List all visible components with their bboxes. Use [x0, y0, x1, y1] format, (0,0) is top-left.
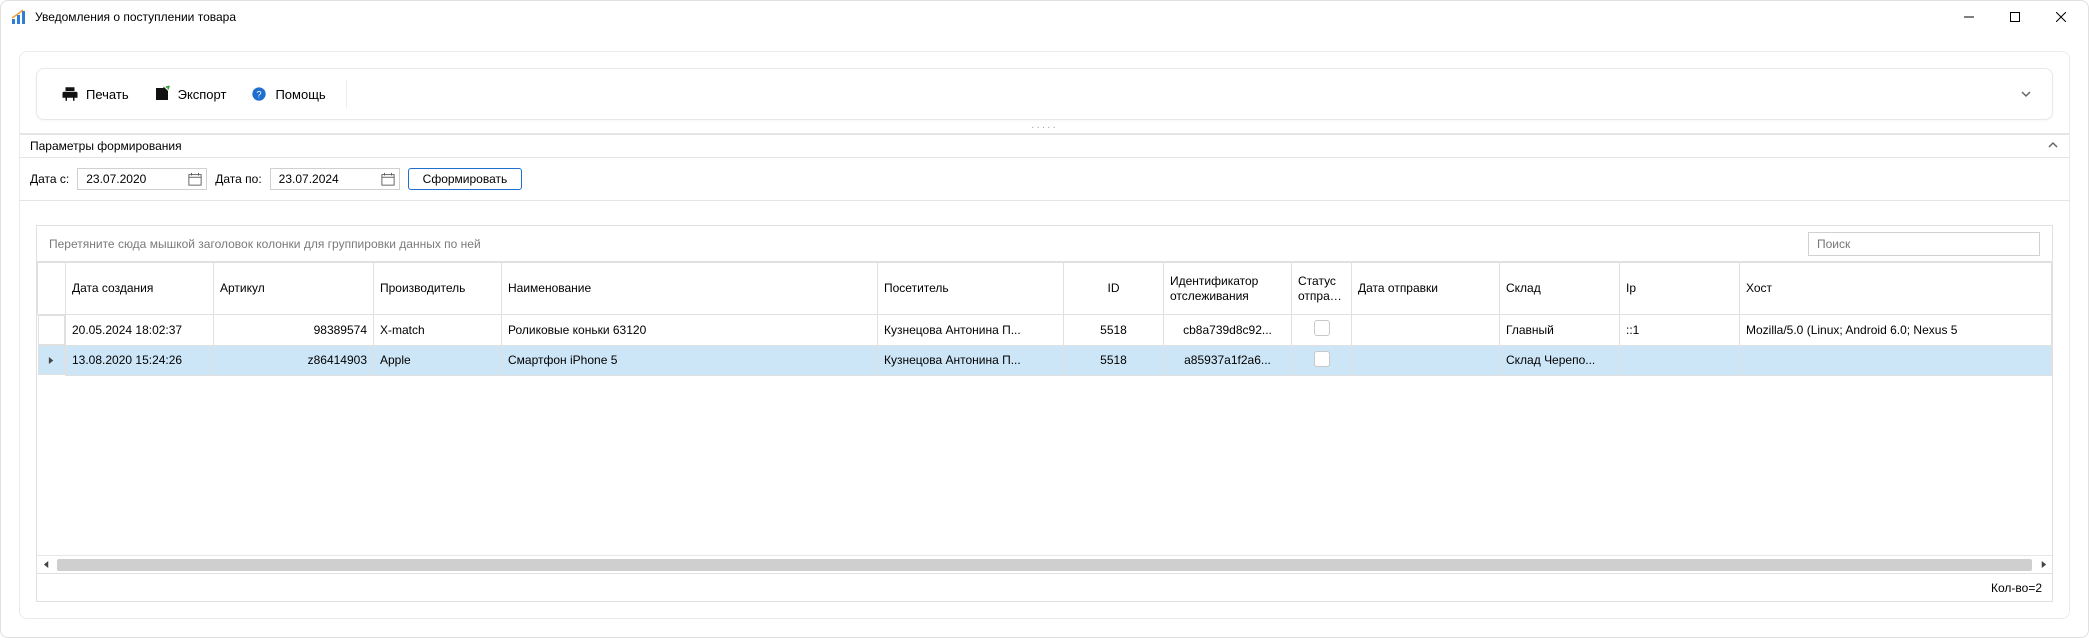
minimize-button[interactable] — [1946, 2, 1992, 32]
content: Печать Экспорт ? Помощь — [1, 33, 2088, 637]
cell-name: Роликовые коньки 63120 — [502, 315, 878, 346]
date-to-input[interactable]: 23.07.2024 — [270, 168, 400, 190]
cell-ship-status — [1292, 345, 1352, 375]
date-from-input[interactable]: 23.07.2020 — [77, 168, 207, 190]
help-label: Помощь — [275, 87, 325, 102]
cell-name: Смартфон iPhone 5 — [502, 345, 878, 375]
col-manufacturer[interactable]: Производитель — [374, 263, 502, 315]
col-article[interactable]: Артикул — [214, 263, 374, 315]
col-id[interactable]: ID — [1064, 263, 1164, 315]
col-created[interactable]: Дата создания — [66, 263, 214, 315]
col-ip[interactable]: Ip — [1620, 263, 1740, 315]
table-row[interactable]: 13.08.2020 15:24:26 z86414903 Apple Смар… — [38, 345, 2052, 375]
cell-ip: ::1 — [1620, 315, 1740, 346]
print-label: Печать — [86, 87, 129, 102]
app-icon — [11, 9, 27, 25]
svg-text:?: ? — [257, 89, 262, 99]
export-button[interactable]: Экспорт — [143, 79, 237, 109]
group-hint: Перетяните сюда мышкой заголовок колонки… — [49, 237, 481, 251]
cell-created: 20.05.2024 18:02:37 — [66, 315, 214, 346]
table-row[interactable]: 20.05.2024 18:02:37 98389574 X-match Рол… — [38, 315, 2052, 346]
scrollbar-thumb[interactable] — [57, 559, 2032, 571]
help-icon: ? — [250, 85, 268, 103]
grid-area: Перетяните сюда мышкой заголовок колонки… — [20, 201, 2069, 618]
cell-article: 98389574 — [214, 315, 374, 346]
search-input[interactable] — [1808, 232, 2040, 256]
toolbar-expand-button[interactable] — [2014, 82, 2038, 106]
cell-created: 13.08.2020 15:24:26 — [66, 345, 214, 375]
scroll-left-icon[interactable] — [37, 556, 55, 574]
data-grid: Перетяните сюда мышкой заголовок колонки… — [36, 225, 2053, 602]
date-from-label: Дата с: — [30, 172, 69, 186]
export-icon — [153, 85, 171, 103]
col-ship-status[interactable]: Статус отправки — [1292, 263, 1352, 315]
cell-host: Mozilla/5.0 (Linux; Android 6.0; Nexus 5 — [1740, 315, 2052, 346]
data-table: Дата создания Артикул Производитель Наим… — [37, 262, 2052, 376]
splitter-handle[interactable]: ····· — [20, 120, 2069, 133]
cell-ship-status — [1292, 315, 1352, 346]
grid-footer: Кол-во=2 — [37, 573, 2052, 601]
cell-visitor: Кузнецова Антонина П... — [878, 315, 1064, 346]
cell-warehouse: Главный — [1500, 315, 1620, 346]
cell-warehouse: Склад Черепо... — [1500, 345, 1620, 375]
generate-button[interactable]: Сформировать — [408, 168, 523, 190]
maximize-button[interactable] — [1992, 2, 2038, 32]
col-expand[interactable] — [38, 263, 66, 315]
col-track[interactable]: Идентификатор отслеживания — [1164, 263, 1292, 315]
cell-id: 5518 — [1064, 315, 1164, 346]
params-header[interactable]: Параметры формирования — [20, 134, 2069, 158]
calendar-icon — [381, 172, 395, 186]
cell-host — [1740, 345, 2052, 375]
params-header-label: Параметры формирования — [30, 139, 182, 153]
calendar-icon — [188, 172, 202, 186]
horizontal-scrollbar[interactable] — [37, 555, 2052, 573]
scroll-right-icon[interactable] — [2034, 556, 2052, 574]
row-count: Кол-во=2 — [1991, 581, 2042, 595]
row-indicator — [38, 345, 66, 375]
cell-ship-date — [1352, 345, 1500, 375]
checkbox[interactable] — [1314, 320, 1330, 336]
main-card: Печать Экспорт ? Помощь — [19, 51, 2070, 619]
titlebar: Уведомления о поступлении товара — [1, 1, 2088, 33]
col-visitor[interactable]: Посетитель — [878, 263, 1064, 315]
group-panel[interactable]: Перетяните сюда мышкой заголовок колонки… — [37, 226, 2052, 262]
export-label: Экспорт — [178, 87, 227, 102]
col-name[interactable]: Наименование — [502, 263, 878, 315]
cell-track: a85937a1f2a6... — [1164, 345, 1292, 375]
cell-ip — [1620, 345, 1740, 375]
cell-manufacturer: X-match — [374, 315, 502, 346]
window-title: Уведомления о поступлении товара — [35, 10, 236, 24]
cell-article: z86414903 — [214, 345, 374, 375]
header-row: Дата создания Артикул Производитель Наим… — [38, 263, 2052, 315]
date-from-value: 23.07.2020 — [86, 172, 146, 186]
cell-manufacturer: Apple — [374, 345, 502, 375]
date-to-label: Дата по: — [215, 172, 261, 186]
window-root: Уведомления о поступлении товара Печать — [0, 0, 2089, 638]
params-section: Параметры формирования Дата с: 23.07.202… — [20, 133, 2069, 201]
cell-visitor: Кузнецова Антонина П... — [878, 345, 1064, 375]
cell-ship-date — [1352, 315, 1500, 346]
help-button[interactable]: ? Помощь — [240, 79, 335, 109]
cell-id: 5518 — [1064, 345, 1164, 375]
date-to-value: 23.07.2024 — [279, 172, 339, 186]
col-warehouse[interactable]: Склад — [1500, 263, 1620, 315]
cell-track: cb8a739d8c92... — [1164, 315, 1292, 346]
print-icon — [61, 85, 79, 103]
toolbar-separator — [346, 80, 347, 108]
col-ship-date[interactable]: Дата отправки — [1352, 263, 1500, 315]
row-indicator — [38, 315, 66, 345]
print-button[interactable]: Печать — [51, 79, 139, 109]
chevron-up-icon — [2047, 139, 2059, 154]
close-button[interactable] — [2038, 2, 2084, 32]
col-host[interactable]: Хост — [1740, 263, 2052, 315]
toolbar: Печать Экспорт ? Помощь — [36, 68, 2053, 120]
checkbox[interactable] — [1314, 351, 1330, 367]
params-body: Дата с: 23.07.2020 Дата по: 23.07.2024 — [20, 158, 2069, 201]
